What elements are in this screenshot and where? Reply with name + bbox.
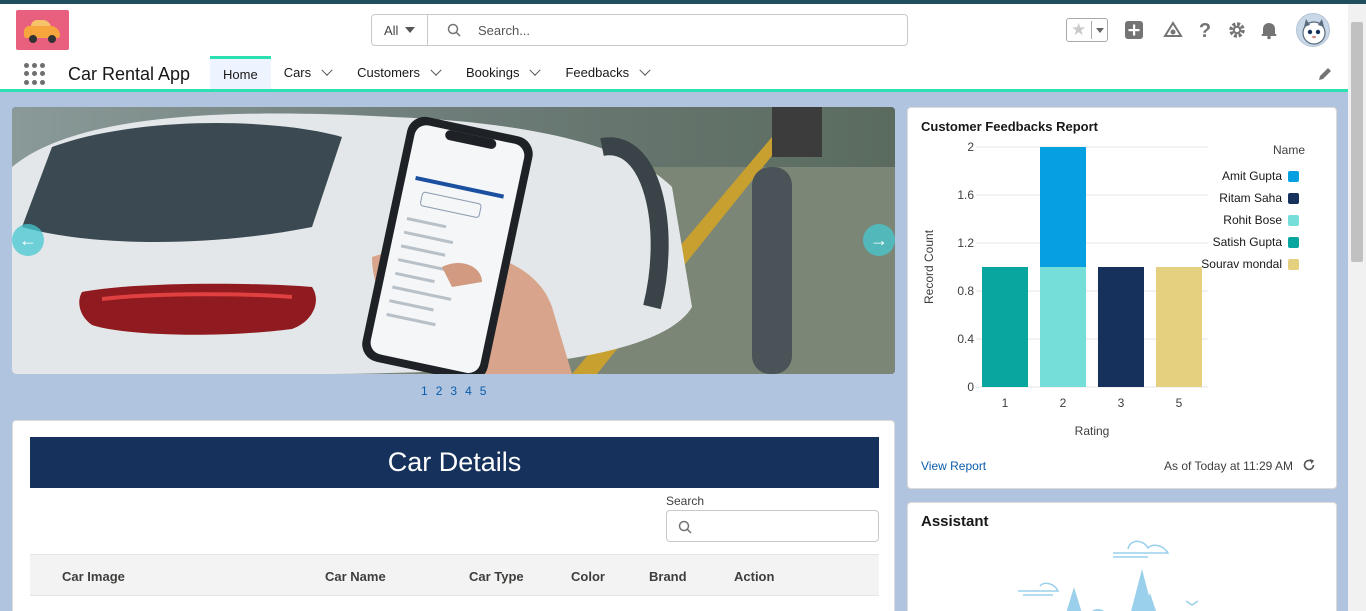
legend-label: Ritam Saha	[1219, 191, 1282, 205]
legend-swatch	[1288, 259, 1299, 270]
y-axis-label: Record Count	[922, 229, 936, 304]
carousel-page-link[interactable]: 4	[465, 384, 472, 398]
image-carousel: ← →	[12, 107, 895, 374]
help-icon[interactable]: ?	[1195, 20, 1215, 40]
edit-nav-pencil-icon[interactable]	[1317, 66, 1333, 82]
feedback-report-card: Customer Feedbacks Report 0 0.4 0.8 1.2 1.6 2…	[907, 107, 1337, 489]
search-scope-label: All	[384, 22, 399, 38]
tab-cars[interactable]: Cars	[271, 56, 344, 89]
car-details-card: Car Details Search Car Image Car Name Ca…	[12, 420, 895, 611]
legend-swatch	[1288, 215, 1299, 226]
car-search-label: Search	[666, 494, 705, 508]
tab-home[interactable]: Home	[210, 56, 271, 89]
car-details-title: Car Details	[30, 437, 879, 488]
chevron-down-icon[interactable]	[639, 64, 651, 76]
arrow-right-icon: →	[870, 229, 888, 250]
carousel-page-link[interactable]: 2	[436, 384, 443, 398]
column-header-action[interactable]: Action	[734, 569, 774, 584]
column-header-brand[interactable]: Brand	[649, 569, 687, 584]
x-tick-label: 3	[1118, 396, 1125, 410]
view-report-link[interactable]: View Report	[921, 459, 986, 473]
y-tick-label: 0.4	[957, 332, 974, 346]
search-scope-dropdown[interactable]: All	[372, 15, 428, 45]
arrow-left-icon: ←	[19, 229, 37, 250]
notifications-bell-icon[interactable]	[1259, 20, 1279, 40]
y-tick-label: 2	[967, 140, 974, 154]
app-name: Car Rental App	[68, 64, 191, 84]
column-header-car-name[interactable]: Car Name	[325, 569, 386, 584]
bar-segment	[982, 267, 1028, 387]
bar-segment	[1156, 267, 1202, 387]
star-icon: ★	[1071, 20, 1087, 39]
carousel-page-link[interactable]: 5	[480, 384, 487, 398]
nav-tabs: Home Cars Customers Bookings Feedbacks	[210, 56, 662, 89]
car-search-input[interactable]	[666, 510, 879, 542]
tab-bookings-label: Bookings	[466, 65, 520, 80]
app-logo[interactable]	[16, 10, 69, 50]
tab-customers-label: Customers	[357, 65, 420, 80]
astro-avatar-icon	[1302, 19, 1326, 45]
gear-icon[interactable]	[1227, 20, 1247, 40]
favorites-dropdown-icon[interactable]	[1091, 21, 1107, 39]
global-header: All Search... ★ ?	[0, 4, 1348, 56]
legend-label: Amit Gupta	[1222, 169, 1282, 183]
x-tick-label: 2	[1060, 396, 1067, 410]
bar-segment	[1098, 267, 1144, 387]
tab-customers[interactable]: Customers	[344, 56, 453, 89]
assistant-card: Assistant	[907, 502, 1337, 611]
bar-segment	[1040, 147, 1086, 267]
column-header-color[interactable]: Color	[571, 569, 605, 584]
column-header-car-image[interactable]: Car Image	[62, 569, 125, 584]
carousel-page-link[interactable]: 3	[450, 384, 457, 398]
search-input[interactable]: Search...	[478, 23, 530, 38]
trailhead-icon[interactable]	[1163, 20, 1183, 40]
carousel-page-link[interactable]: 1	[421, 384, 428, 398]
x-tick-label: 1	[1002, 396, 1009, 410]
car-table-header: Car Image Car Name Car Type Color Brand …	[30, 554, 879, 596]
report-timestamp: As of Today at 11:29 AM	[1164, 459, 1293, 473]
caret-down-icon	[405, 27, 416, 33]
global-actions-add-icon[interactable]	[1124, 20, 1144, 40]
carousel-prev-button[interactable]: ←	[12, 224, 44, 256]
search-icon	[678, 520, 692, 534]
chevron-down-icon[interactable]	[529, 64, 542, 76]
legend-label: Satish Gupta	[1213, 235, 1283, 249]
legend-label: Sourav mondal	[1201, 257, 1282, 271]
tab-cars-label: Cars	[283, 65, 312, 80]
favorites-button[interactable]: ★	[1066, 18, 1108, 42]
global-search: All Search...	[371, 14, 908, 46]
chevron-down-icon[interactable]	[430, 64, 442, 76]
carousel-image	[12, 107, 895, 374]
feedback-chart: 0 0.4 0.8 1.2 1.6 2 1 2 3 5 Rating Record Count Name…	[922, 140, 1305, 438]
carousel-next-button[interactable]: →	[863, 224, 895, 256]
legend-swatch	[1288, 237, 1299, 248]
svg-text:?: ?	[1199, 20, 1211, 40]
user-avatar[interactable]	[1296, 13, 1330, 47]
refresh-icon[interactable]	[1302, 458, 1316, 472]
legend-label: Rohit Bose	[1223, 213, 1282, 227]
y-tick-label: 0	[967, 380, 974, 394]
y-tick-label: 1.6	[957, 188, 974, 202]
legend-swatch	[1288, 193, 1299, 204]
carousel-pager: 1 2 3 4 5	[421, 384, 486, 398]
y-tick-label: 1.2	[957, 236, 974, 250]
assistant-illustration	[1018, 540, 1199, 611]
x-axis-label: Rating	[1075, 424, 1110, 438]
app-launcher-icon[interactable]	[24, 63, 46, 85]
tab-feedbacks-label: Feedbacks	[565, 65, 630, 80]
x-tick-label: 5	[1176, 396, 1183, 410]
y-tick-label: 0.8	[957, 284, 974, 298]
scrollbar-thumb[interactable]	[1351, 22, 1363, 262]
search-icon	[447, 23, 461, 37]
page-scrollbar[interactable]	[1348, 4, 1366, 611]
chevron-down-icon[interactable]	[321, 64, 333, 76]
bar-segment	[1040, 267, 1086, 387]
legend-title: Name	[1273, 143, 1305, 157]
tab-feedbacks[interactable]: Feedbacks	[552, 56, 662, 89]
tab-bookings[interactable]: Bookings	[453, 56, 552, 89]
legend-swatch	[1288, 171, 1299, 182]
column-header-car-type[interactable]: Car Type	[469, 569, 524, 584]
app-nav-bar: Car Rental App Home Cars Customers Booki…	[0, 56, 1348, 92]
tab-home-label: Home	[223, 66, 258, 82]
